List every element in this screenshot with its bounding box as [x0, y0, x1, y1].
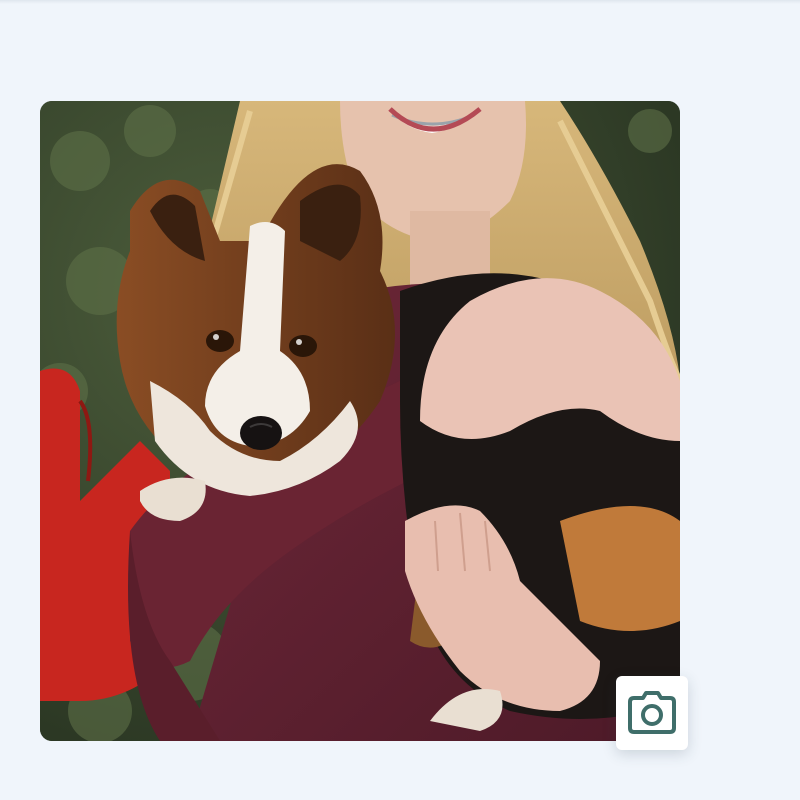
- camera-icon: [628, 691, 676, 734]
- photo-card: [40, 101, 680, 741]
- camera-button[interactable]: [616, 676, 688, 750]
- photo-image: [40, 101, 680, 741]
- top-divider: [0, 0, 800, 4]
